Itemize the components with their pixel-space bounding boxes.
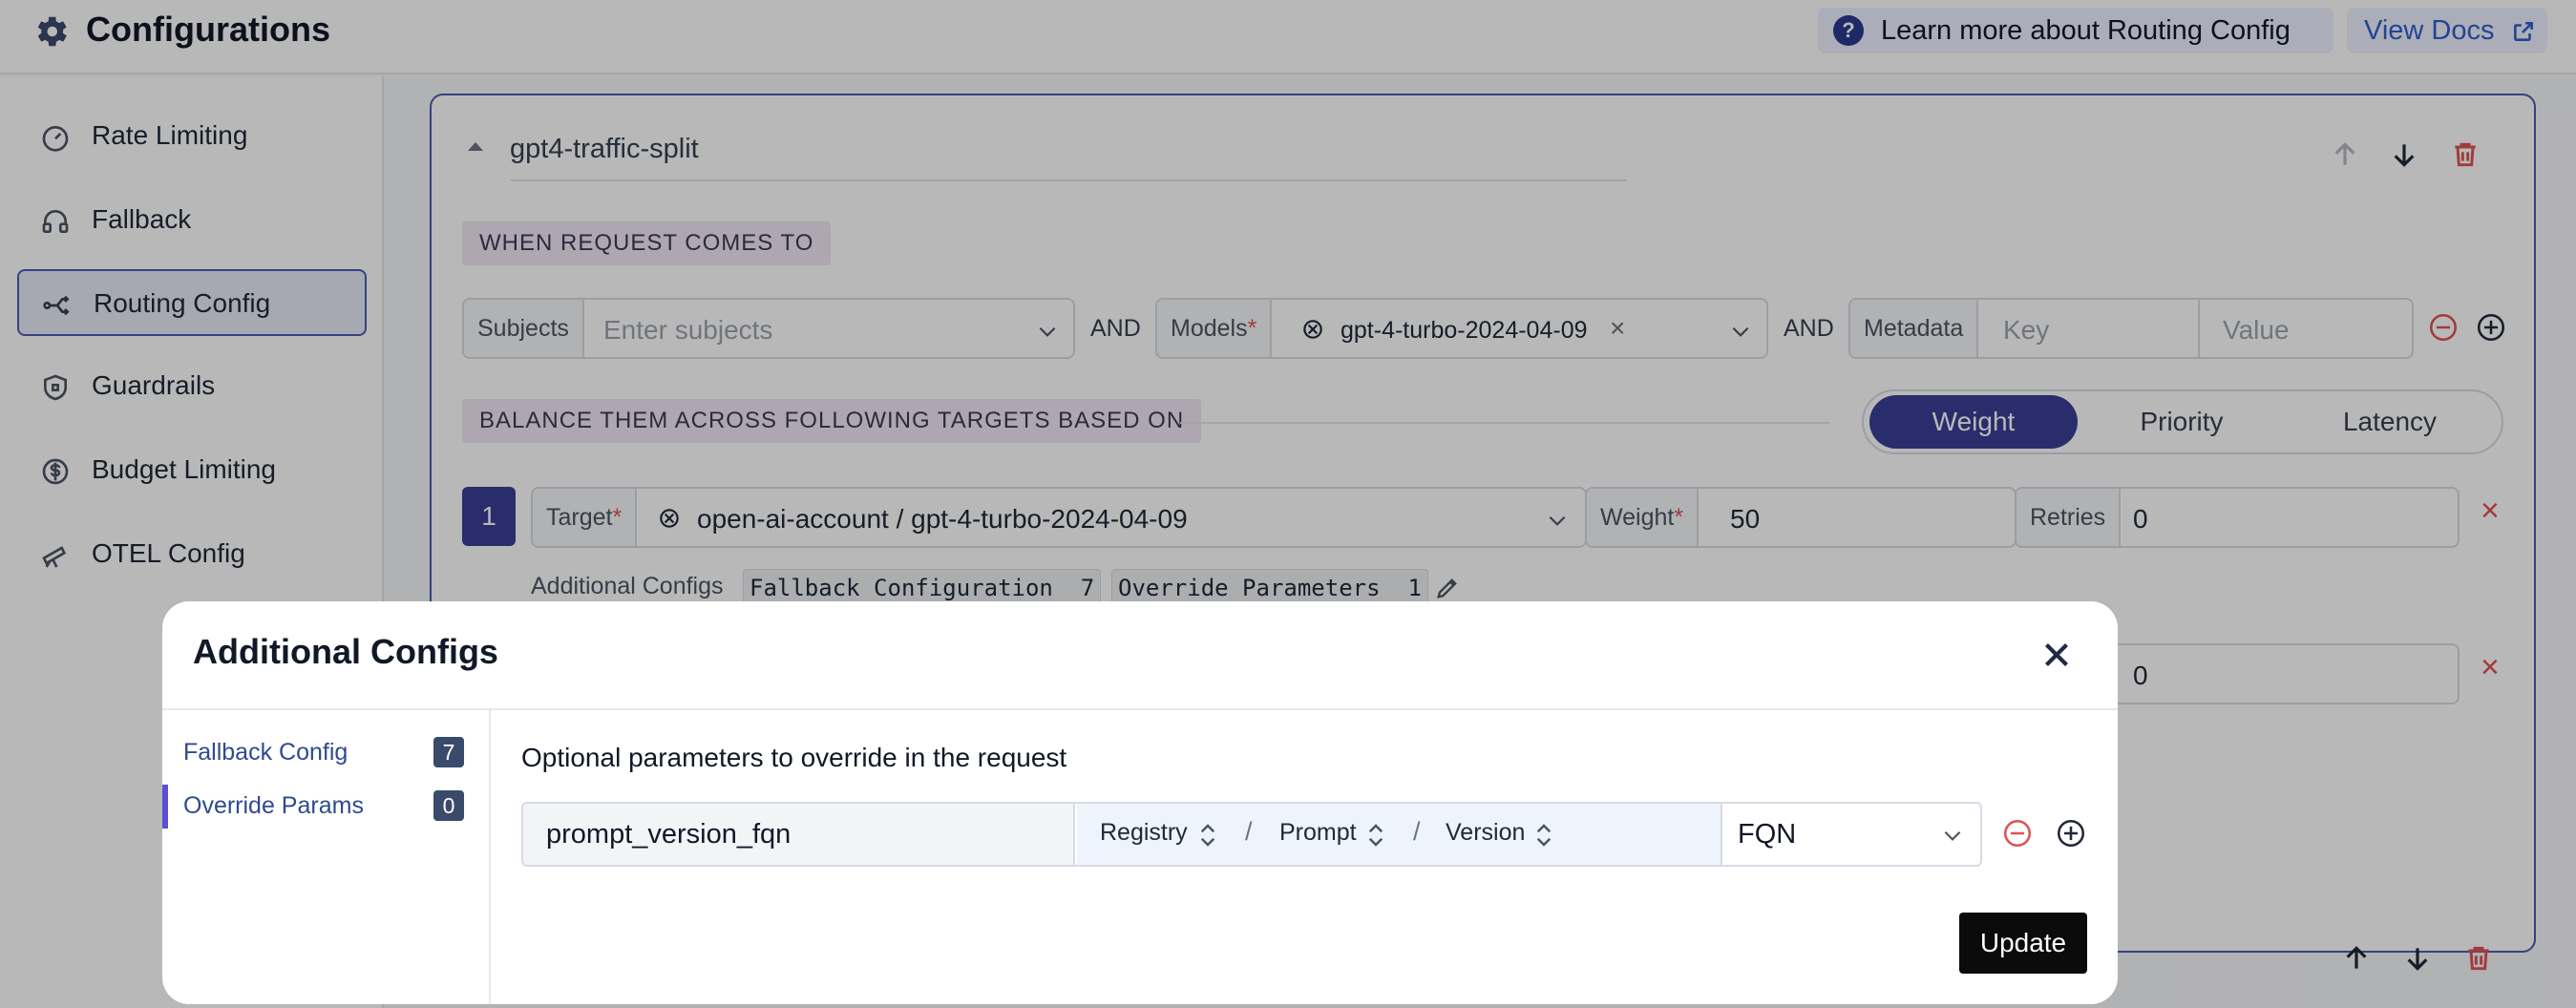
update-button[interactable]: Update: [1959, 913, 2087, 974]
sort-icon: [1368, 824, 1383, 847]
slash-separator: /: [1245, 817, 1253, 846]
param-type-select[interactable]: FQN: [1724, 804, 1980, 865]
modal-nav-label: Fallback Config: [183, 739, 348, 766]
sort-icon: [1200, 824, 1215, 847]
modal-nav-fallback-config[interactable]: Fallback Config 7: [162, 731, 489, 775]
version-select[interactable]: Version: [1446, 819, 1525, 847]
slash-separator: /: [1413, 817, 1421, 846]
fqn-builder: Registry / Prompt / Version: [1077, 804, 1722, 865]
modal-nav-override-params[interactable]: Override Params 0: [162, 785, 489, 829]
chevron-down-icon: [1944, 830, 1961, 841]
count-badge: 0: [433, 790, 464, 821]
override-param-row: prompt_version_fqn Registry / Prompt / V…: [521, 802, 1982, 867]
count-badge: 7: [433, 737, 464, 767]
prompt-select[interactable]: Prompt: [1279, 819, 1357, 847]
sort-icon: [1536, 824, 1552, 847]
close-icon[interactable]: [2039, 638, 2074, 672]
param-key-input[interactable]: prompt_version_fqn: [523, 804, 1075, 865]
add-param-icon[interactable]: [2055, 817, 2087, 850]
remove-param-icon[interactable]: [2001, 817, 2034, 850]
override-description: Optional parameters to override in the r…: [521, 743, 1067, 772]
registry-select[interactable]: Registry: [1100, 819, 1188, 847]
modal-nav-label: Override Params: [183, 792, 364, 819]
modal-nav: Fallback Config 7 Override Params 0: [162, 710, 491, 1004]
modal-title: Additional Configs: [193, 632, 498, 671]
